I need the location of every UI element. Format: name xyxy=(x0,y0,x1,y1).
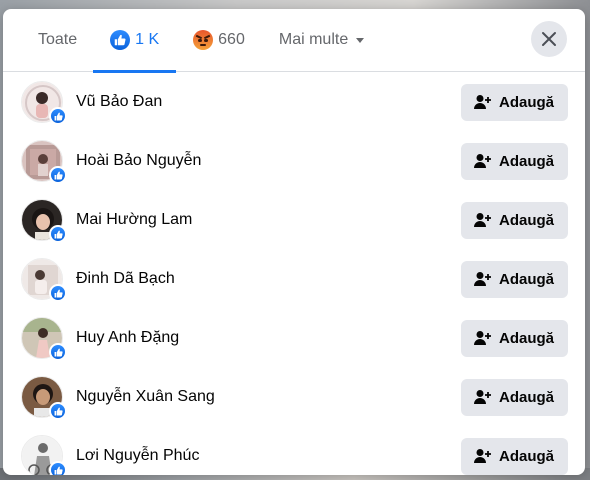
reaction-tabs: Toate 1 K 660 Mai multe xyxy=(3,9,585,73)
tab-like[interactable]: 1 K xyxy=(93,9,177,73)
reactor-name[interactable]: Vũ Bảo Đan xyxy=(76,93,162,111)
add-friend-icon xyxy=(474,390,491,404)
reactor-name[interactable]: Đinh Dã Bạch xyxy=(76,270,175,288)
angry-icon xyxy=(193,30,214,50)
list-item: Hoài Bảo Nguyễn Adaugă xyxy=(3,132,585,190)
add-friend-icon xyxy=(474,449,491,463)
like-icon xyxy=(49,461,67,475)
tab-all[interactable]: Toate xyxy=(21,9,94,72)
add-friend-icon xyxy=(474,154,491,168)
reactor-name[interactable]: Nguyễn Xuân Sang xyxy=(76,388,215,406)
list-item: Mai Hường Lam Adaugă xyxy=(3,191,585,249)
like-icon xyxy=(49,343,67,361)
list-item: Lơi Nguyễn Phúc Adaugă xyxy=(3,427,585,475)
close-button[interactable] xyxy=(531,21,567,57)
list-item: Đinh Dã Bạch Adaugă xyxy=(3,250,585,308)
add-friend-button[interactable]: Adaugă xyxy=(461,201,568,239)
list-item: Huy Anh Đặng Adaugă xyxy=(3,309,585,367)
like-icon xyxy=(49,107,67,125)
reactor-name[interactable]: Hoài Bảo Nguyễn xyxy=(76,152,201,170)
tab-angry-count: 660 xyxy=(218,31,245,48)
tab-like-count: 1 K xyxy=(135,31,160,48)
add-friend-button[interactable]: Adaugă xyxy=(461,378,568,416)
like-icon xyxy=(110,30,131,50)
like-icon xyxy=(49,225,67,243)
avatar[interactable] xyxy=(21,199,67,243)
tab-more-label: Mai multe xyxy=(278,31,349,48)
add-friend-button[interactable]: Adaugă xyxy=(461,83,568,121)
tab-more[interactable]: Mai multe xyxy=(262,9,381,72)
reactor-name[interactable]: Lơi Nguyễn Phúc xyxy=(76,447,199,465)
tab-angry[interactable]: 660 xyxy=(176,9,262,72)
like-icon xyxy=(49,284,67,302)
reactor-name[interactable]: Huy Anh Đặng xyxy=(76,329,179,347)
add-friend-icon xyxy=(474,272,491,286)
like-icon xyxy=(49,166,67,184)
add-friend-button[interactable]: Adaugă xyxy=(461,437,568,475)
reactions-dialog: Toate 1 K 660 Mai multe Vũ Bảo Đan Adaug… xyxy=(3,9,585,475)
tab-all-label: Toate xyxy=(38,31,78,48)
avatar[interactable] xyxy=(21,435,67,475)
add-friend-button[interactable]: Adaugă xyxy=(461,142,568,180)
reactor-name[interactable]: Mai Hường Lam xyxy=(76,211,192,229)
caret-down-icon xyxy=(356,37,365,43)
add-friend-button[interactable]: Adaugă xyxy=(461,260,568,298)
close-icon xyxy=(542,32,556,46)
avatar[interactable] xyxy=(21,258,67,302)
list-item: Nguyễn Xuân Sang Adaugă xyxy=(3,368,585,426)
add-friend-icon xyxy=(474,213,491,227)
avatar[interactable] xyxy=(21,317,67,361)
add-friend-icon xyxy=(474,95,491,109)
avatar[interactable] xyxy=(21,81,67,125)
like-icon xyxy=(49,402,67,420)
avatar[interactable] xyxy=(21,140,67,184)
list-item: Vũ Bảo Đan Adaugă xyxy=(3,73,585,131)
add-friend-button[interactable]: Adaugă xyxy=(461,319,568,357)
add-friend-icon xyxy=(474,331,491,345)
avatar[interactable] xyxy=(21,376,67,420)
